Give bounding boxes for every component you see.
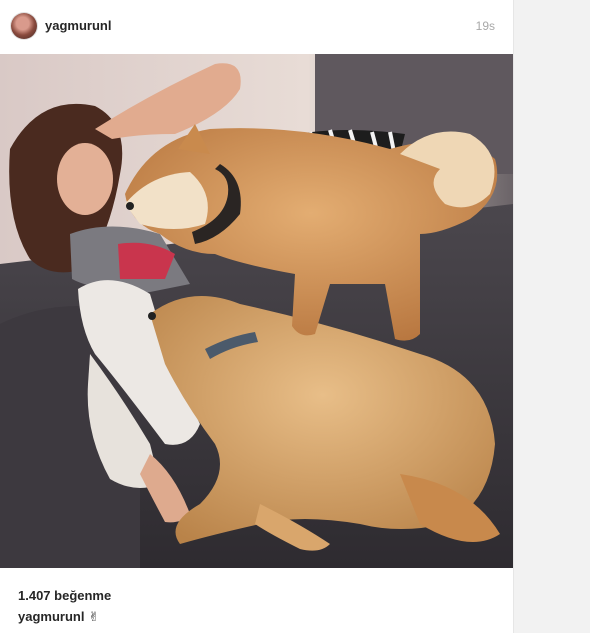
post-header: yagmurunl 19s bbox=[0, 0, 513, 54]
avatar[interactable] bbox=[11, 13, 37, 39]
post-photo[interactable] bbox=[0, 54, 513, 568]
post-caption: yagmurunl ✌ bbox=[18, 609, 99, 625]
victory-hand-icon: ✌ bbox=[88, 610, 100, 625]
post-timestamp[interactable]: 19s bbox=[476, 19, 495, 33]
post-username[interactable]: yagmurunl bbox=[45, 18, 111, 33]
post-card: yagmurunl 19s 1.407 beğenme yagmurunl ✌ bbox=[0, 0, 514, 633]
caption-author[interactable]: yagmurunl bbox=[18, 609, 84, 624]
likes-count[interactable]: 1.407 beğenme bbox=[18, 588, 111, 603]
